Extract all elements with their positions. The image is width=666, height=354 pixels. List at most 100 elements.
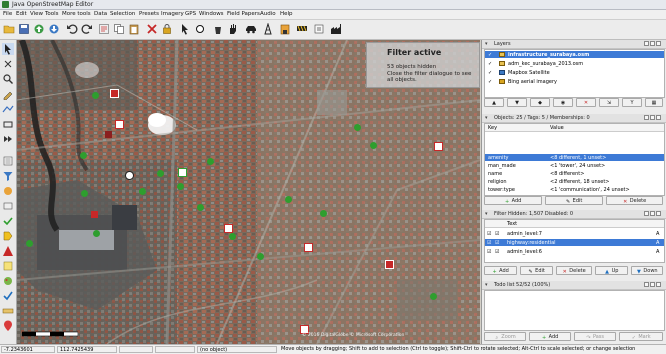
show-hide-button[interactable]: ◉: [553, 98, 573, 107]
map-paint-icon[interactable]: [2, 275, 14, 287]
construction-icon[interactable]: [296, 23, 308, 35]
move-up-button[interactable]: ▲: [484, 98, 504, 107]
poi-marker-red[interactable]: [385, 260, 394, 269]
select-mode-icon[interactable]: [2, 43, 14, 55]
layer-item[interactable]: ✓ infrastructure_surabaya.osm: [485, 51, 664, 58]
poi-marker-green[interactable]: [139, 188, 146, 195]
collapse-icon[interactable]: ▾: [485, 211, 488, 217]
preferences-icon[interactable]: [98, 23, 110, 35]
detach-icon[interactable]: [644, 282, 649, 287]
poi-marker-red[interactable]: [91, 211, 98, 218]
todo-list[interactable]: [484, 290, 665, 331]
lamp-icon[interactable]: [212, 23, 224, 35]
poi-marker-green[interactable]: [354, 124, 361, 131]
todo-mark-button[interactable]: ✓ Mark: [619, 332, 663, 341]
menu-file[interactable]: File: [3, 11, 12, 17]
todo-add-button[interactable]: + Add: [529, 332, 571, 341]
menu-tools[interactable]: Tools: [45, 11, 59, 17]
filter-down-button[interactable]: ▼ Down: [631, 266, 663, 275]
extrude-icon[interactable]: [2, 118, 14, 130]
info-icon[interactable]: [313, 23, 325, 35]
tags-panel-header[interactable]: ▾ Objects: 25 / Tags: 5 / Memberships: 0: [482, 114, 666, 123]
hand-icon[interactable]: [227, 23, 239, 35]
collapse-icon[interactable]: ▾: [485, 282, 488, 288]
toggle-dialog-icon[interactable]: [2, 155, 14, 167]
poi-marker-white[interactable]: [178, 168, 187, 177]
value-column-header[interactable]: Value: [550, 125, 564, 131]
delete-tag-button[interactable]: ✕ Delete: [606, 196, 663, 205]
tag-row[interactable]: religion <2 different, 18 unset>: [485, 178, 664, 185]
poi-marker-worship[interactable]: [115, 120, 124, 129]
poi-marker-green[interactable]: [257, 253, 264, 260]
key-column-header[interactable]: Key: [488, 125, 497, 131]
poi-marker-phone[interactable]: [304, 243, 313, 252]
menu-edit[interactable]: Edit: [16, 11, 27, 17]
menu-windows[interactable]: Windows: [199, 11, 224, 17]
menu-gps[interactable]: GPS: [185, 11, 196, 17]
notes-dialog-icon[interactable]: [2, 260, 14, 272]
minimize-icon[interactable]: [650, 115, 655, 120]
poi-marker-green[interactable]: [370, 142, 377, 149]
expand-toolbar-icon[interactable]: [2, 133, 14, 145]
history-dialog-icon[interactable]: [2, 200, 14, 212]
add-filter-button[interactable]: + Add: [484, 266, 517, 275]
lasso-mode-icon[interactable]: [2, 58, 14, 70]
poi-marker-green[interactable]: [93, 230, 100, 237]
filter-panel-header[interactable]: ▾ Filter Hidden: 1,507 Disabled: 0: [482, 210, 666, 219]
poi-marker-green[interactable]: [92, 92, 99, 99]
minimize-icon[interactable]: [650, 211, 655, 216]
minimize-icon[interactable]: [650, 282, 655, 287]
enable-checkbox-icon[interactable]: ☑: [487, 240, 491, 246]
layer-item[interactable]: ✓ Mapbox Satellite: [485, 69, 664, 76]
layers-panel-header[interactable]: ▾ Layers: [482, 40, 666, 49]
upload-icon[interactable]: [33, 23, 45, 35]
menu-view[interactable]: View: [30, 11, 43, 17]
conflict-dialog-icon[interactable]: [2, 245, 14, 257]
merge-layer-button[interactable]: ⇲: [599, 98, 619, 107]
menu-field-papers[interactable]: Field Papers: [227, 11, 260, 17]
edit-filter-button[interactable]: ✎ Edit: [520, 266, 553, 275]
visibility-icon[interactable]: ✓: [488, 79, 492, 85]
open-icon[interactable]: [3, 23, 15, 35]
hide-checkbox-icon[interactable]: ☑: [495, 231, 499, 237]
poi-marker-green[interactable]: [177, 183, 184, 190]
close-icon[interactable]: [656, 115, 661, 120]
collapse-icon[interactable]: ▾: [485, 41, 488, 47]
poi-marker-green[interactable]: [26, 240, 33, 247]
measure-icon[interactable]: [2, 305, 14, 317]
menu-help[interactable]: Help: [280, 11, 293, 17]
menu-selection[interactable]: Selection: [110, 11, 135, 17]
todo-zoom-button[interactable]: ⌕ Zoom: [484, 332, 526, 341]
poi-marker-green[interactable]: [430, 293, 437, 300]
undo-icon[interactable]: [66, 23, 78, 35]
download-icon[interactable]: [48, 23, 60, 35]
poi-marker-green[interactable]: [197, 204, 204, 211]
tags-dialog-icon[interactable]: [2, 230, 14, 242]
detach-icon[interactable]: [644, 41, 649, 46]
poi-marker-green[interactable]: [320, 210, 327, 217]
tag-row[interactable]: amenity <8 different, 1 unset>: [485, 154, 664, 161]
add-tag-button[interactable]: + Add: [484, 196, 542, 205]
duplicate-layer-button[interactable]: Y: [622, 98, 642, 107]
delete-filter-button[interactable]: ✕ Delete: [556, 266, 592, 275]
location-pin-icon[interactable]: [2, 320, 14, 332]
poi-marker-phone[interactable]: [434, 142, 443, 151]
map-view[interactable]: Filter active 53 objects hidden Close th…: [17, 40, 480, 344]
improve-way-icon[interactable]: [2, 103, 14, 115]
layer-item[interactable]: ✓ adm_kec_surabaya_2013.osm: [485, 60, 664, 67]
tag-row[interactable]: man_made <1 'tower', 24 unset>: [485, 162, 664, 169]
filter-row[interactable]: ☑ ☑ admin_level:7 A: [485, 230, 664, 237]
pointer-icon[interactable]: [179, 23, 191, 35]
hide-checkbox-icon[interactable]: ☑: [495, 240, 499, 246]
relation-dialog-icon[interactable]: [2, 185, 14, 197]
hide-checkbox-icon[interactable]: ☑: [495, 249, 499, 255]
edit-tag-button[interactable]: ✎ Edit: [545, 196, 603, 205]
menu-audio[interactable]: Audio: [260, 11, 276, 17]
todo-pass-button[interactable]: ↷ Pass: [574, 332, 616, 341]
close-icon[interactable]: [656, 282, 661, 287]
menu-more-tools[interactable]: More tools: [62, 11, 91, 17]
move-down-button[interactable]: ▼: [507, 98, 527, 107]
menu-data[interactable]: Data: [94, 11, 107, 17]
filter-up-button[interactable]: ▲ Up: [595, 266, 628, 275]
delete-icon[interactable]: [146, 23, 158, 35]
